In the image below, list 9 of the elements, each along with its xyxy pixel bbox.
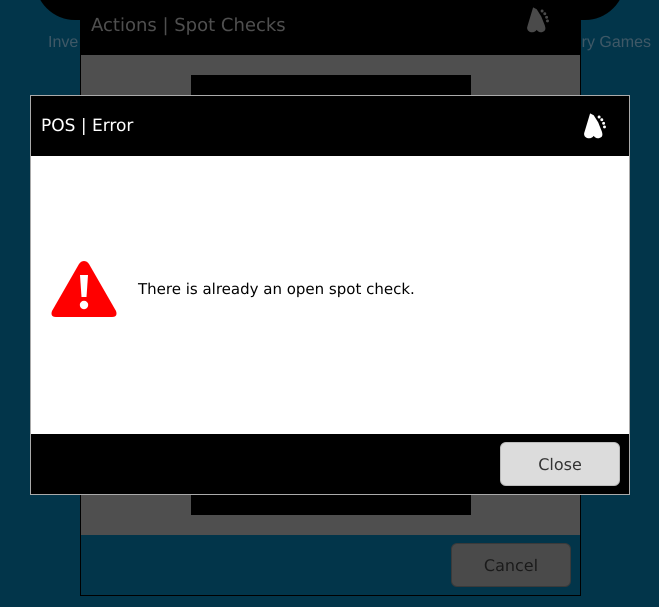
close-button[interactable]: Close <box>500 442 620 486</box>
logo-icon <box>582 111 609 141</box>
error-message: There is already an open spot check. <box>138 280 415 298</box>
dialog-title: POS | Error <box>41 116 134 136</box>
window-title: Actions | Spot Checks <box>91 15 286 36</box>
nav-link[interactable]: Inve <box>48 34 78 52</box>
warning-icon <box>50 259 118 319</box>
logo-icon <box>525 4 552 34</box>
nav-link[interactable]: ry Games <box>582 34 651 52</box>
